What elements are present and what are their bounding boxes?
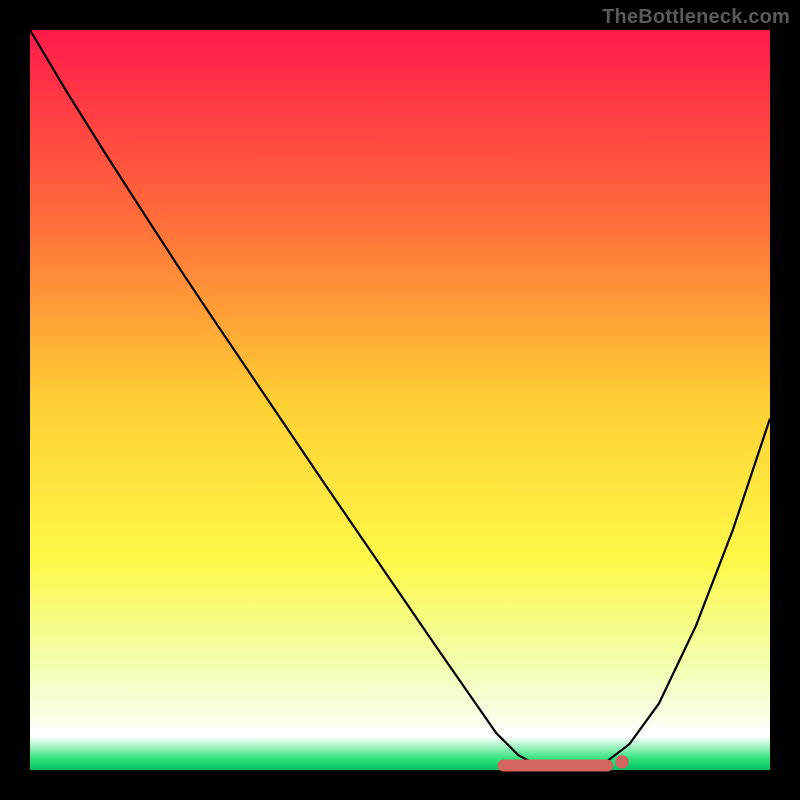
attribution-label: TheBottleneck.com bbox=[602, 6, 790, 29]
bottleneck-chart bbox=[0, 0, 800, 800]
chart-frame: TheBottleneck.com bbox=[0, 0, 800, 800]
gradient-background bbox=[30, 30, 770, 770]
optimal-point-marker bbox=[615, 755, 628, 768]
